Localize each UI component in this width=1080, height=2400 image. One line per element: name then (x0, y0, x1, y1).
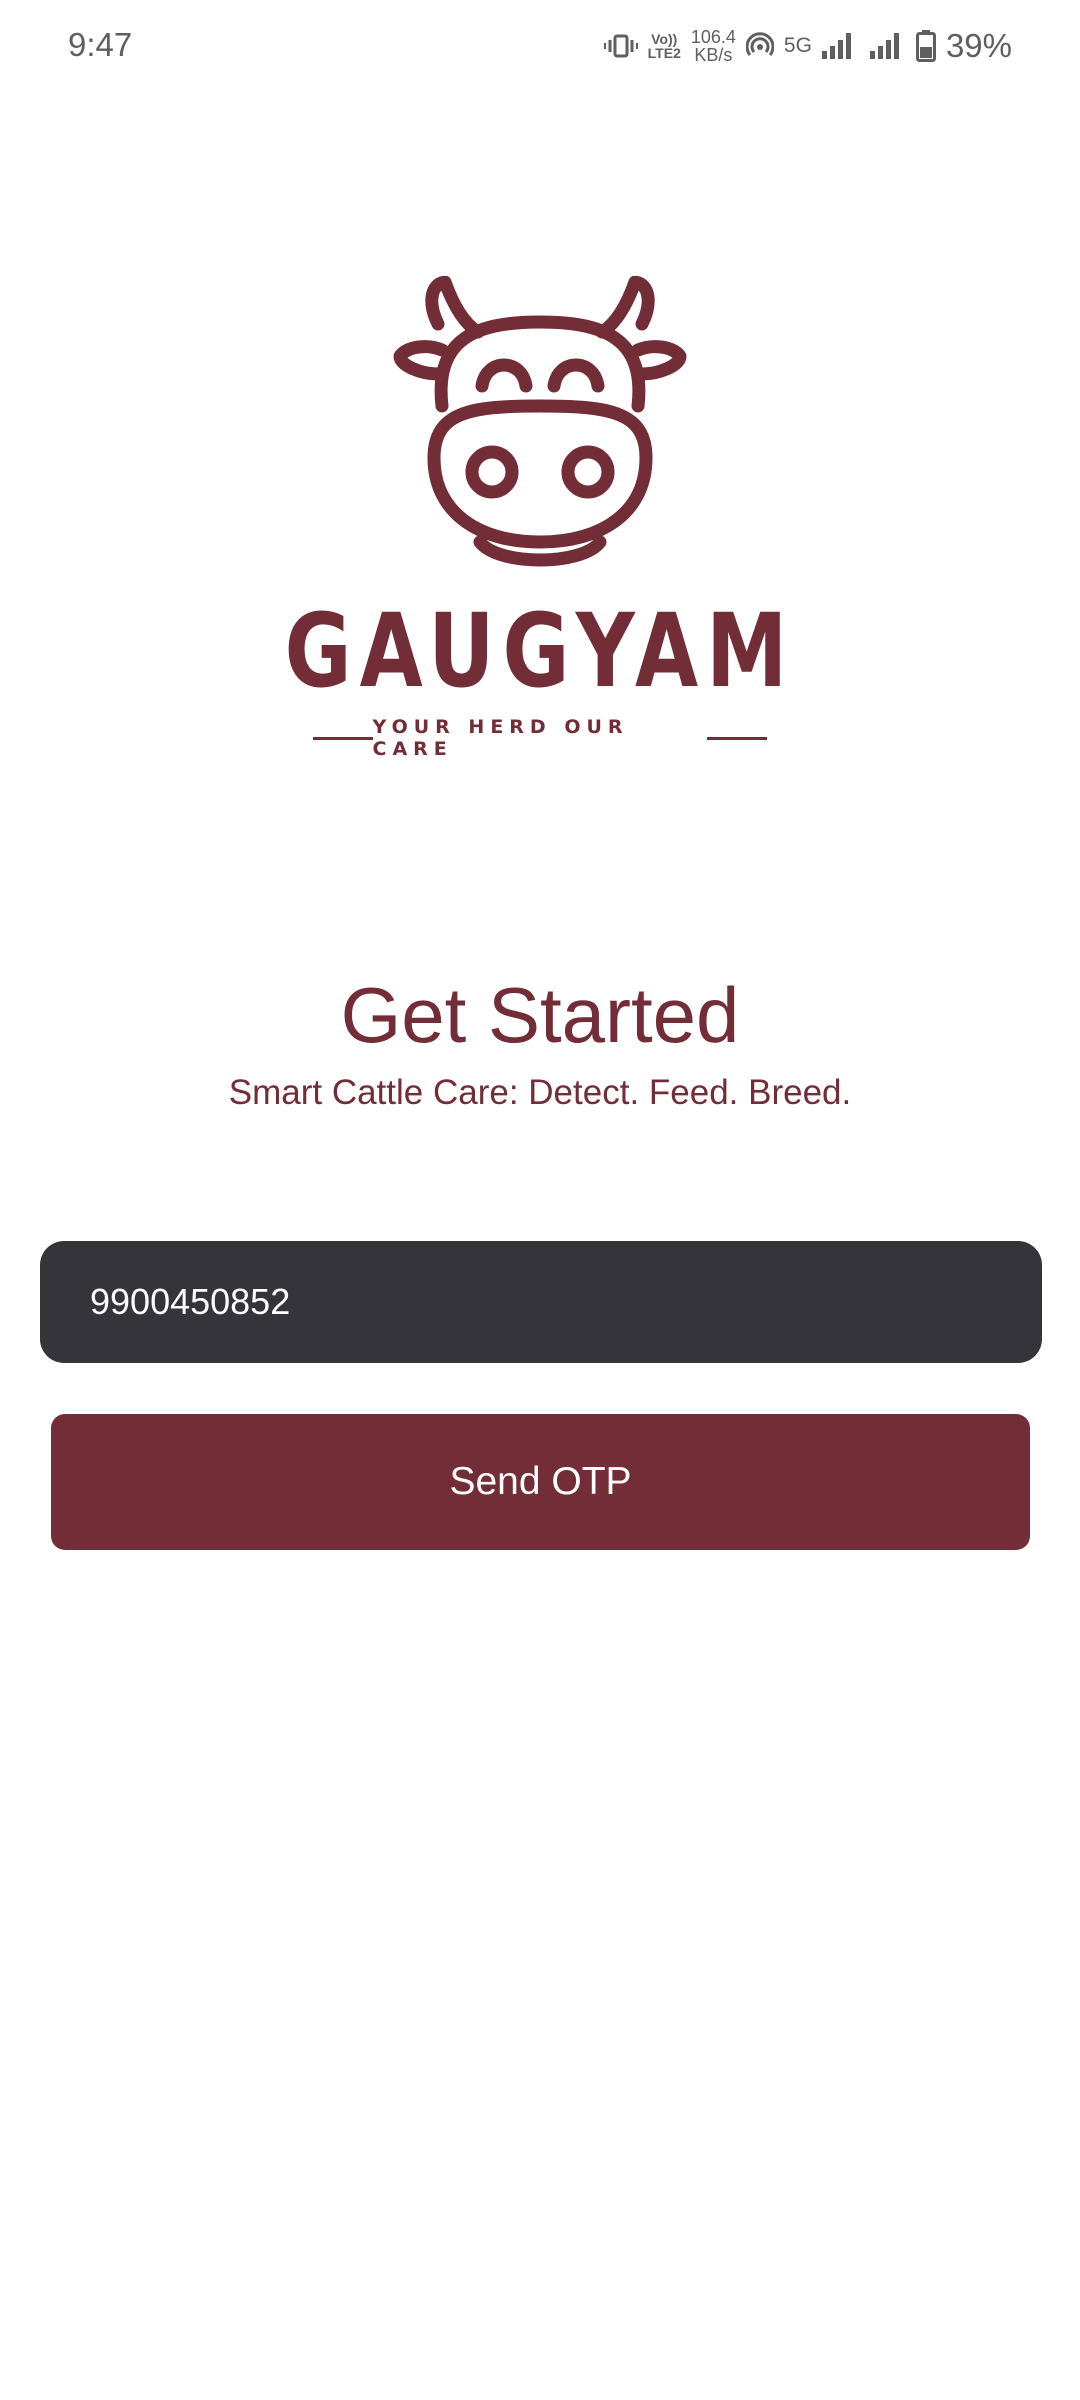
send-otp-button[interactable]: Send OTP (51, 1414, 1030, 1550)
lte-label: LTE2 (647, 45, 681, 61)
vibrate-icon (603, 33, 638, 59)
battery-icon (915, 30, 936, 62)
status-time: 9:47 (68, 26, 133, 63)
signal-icon-1 (821, 33, 852, 59)
brand-name: GAUGYAM (284, 592, 796, 711)
network-type: 5G (783, 34, 812, 57)
brand-tagline: YOUR HERD OUR CARE (372, 716, 629, 760)
cow-logo-icon (390, 275, 690, 591)
tagline-divider-left (313, 736, 373, 740)
tagline-row: YOUR HERD OUR CARE (313, 716, 767, 760)
battery-percent: 39% (945, 27, 1012, 64)
phone-number-input[interactable]: 9900450852 (40, 1241, 1042, 1363)
status-bar: 9:47 Vo)) LTE2 106.4 KB/s 5G 39% (0, 0, 1080, 96)
volte-label: Vo)) (651, 31, 678, 47)
tagline-divider-right (707, 736, 767, 740)
volte-indicator: Vo)) LTE2 (648, 32, 681, 60)
speed-value: 106.4 (690, 26, 736, 47)
page-title: Get Started (340, 971, 740, 1059)
speed-unit: KB/s (694, 45, 733, 65)
hotspot-icon (745, 32, 774, 60)
signal-icon-2 (869, 33, 900, 59)
page-subtitle: Smart Cattle Care: Detect. Feed. Breed. (228, 1073, 852, 1112)
status-icons: Vo)) LTE2 106.4 KB/s 5G 39% (603, 22, 1012, 70)
network-speed: 106.4 KB/s (690, 26, 736, 65)
